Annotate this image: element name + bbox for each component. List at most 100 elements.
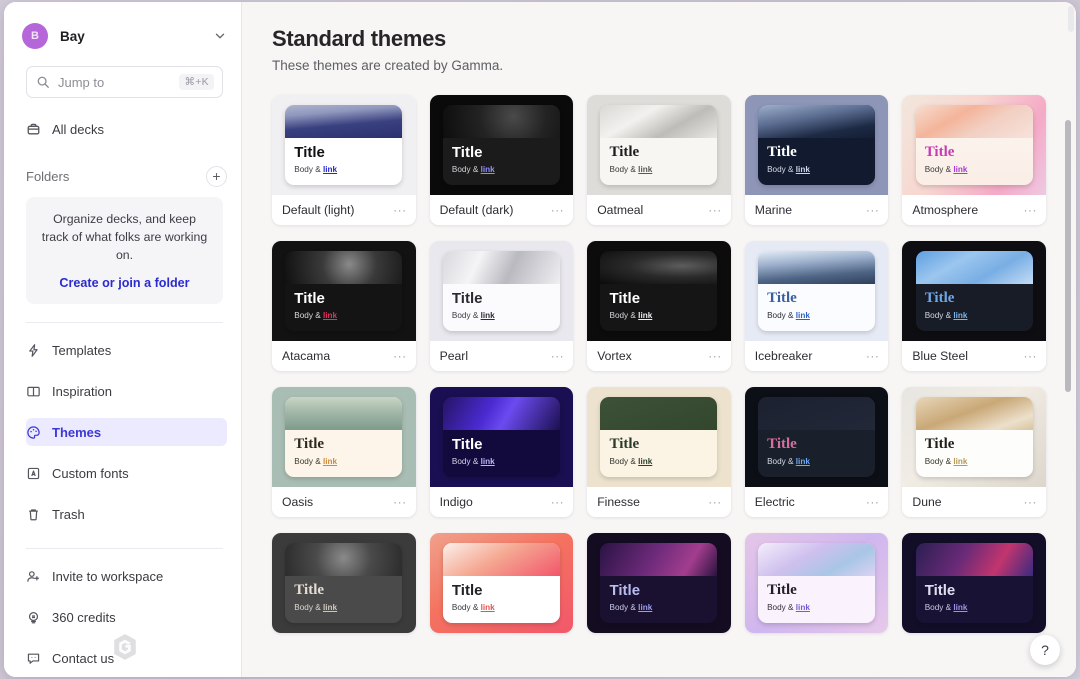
theme-preview: Title Body & link [587, 533, 731, 633]
theme-slide: Title Body & link [600, 105, 718, 185]
theme-sample-body: Body & link [294, 456, 338, 466]
theme-sample-link: link [953, 602, 968, 612]
theme-card[interactable]: Title Body & link [587, 533, 731, 633]
theme-name: Atmosphere [912, 203, 979, 217]
theme-label-row: Pearl ··· [429, 341, 574, 371]
sidebar-item-label: Invite to workspace [52, 568, 164, 584]
theme-more-options-button[interactable]: ··· [393, 349, 407, 363]
theme-card[interactable]: Title Body & link Atmosphere ··· [902, 95, 1046, 225]
theme-sample-body: Body & link [924, 602, 968, 612]
theme-more-options-button[interactable]: ··· [1024, 349, 1038, 363]
theme-card[interactable]: Title Body & link [429, 533, 574, 633]
theme-preview: Title Body & link [744, 533, 889, 633]
theme-more-options-button[interactable]: ··· [551, 495, 565, 509]
theme-more-options-button[interactable]: ··· [551, 203, 565, 217]
theme-more-options-button[interactable]: ··· [393, 495, 407, 509]
help-button[interactable]: ? [1030, 635, 1060, 665]
search-input[interactable]: Jump to ⌘+K [26, 66, 223, 98]
theme-more-options-button[interactable]: ··· [708, 495, 722, 509]
theme-slide-body: Title Body & link [285, 430, 402, 477]
theme-slide-body: Title Body & link [285, 138, 402, 185]
theme-card[interactable]: Title Body & link [744, 533, 889, 633]
theme-more-options-button[interactable]: ··· [1024, 203, 1038, 217]
sidebar-item-credits[interactable]: 360 credits [26, 603, 227, 631]
theme-preview: Title Body & link [272, 241, 416, 341]
theme-preview: Title Body & link [429, 387, 574, 487]
theme-card[interactable]: Title Body & link Electric ··· [744, 387, 889, 517]
theme-sample-link: link [638, 602, 653, 612]
theme-slide-image [285, 397, 403, 430]
window-scrollbar[interactable] [1068, 6, 1074, 32]
theme-more-options-button[interactable]: ··· [393, 203, 407, 217]
theme-card[interactable]: Title Body & link Oasis ··· [272, 387, 416, 517]
theme-sample-title: Title [451, 290, 483, 307]
theme-card[interactable]: Title Body & link Finesse ··· [587, 387, 731, 517]
theme-sample-body: Body & link [924, 164, 968, 174]
theme-sample-link: link [953, 310, 968, 320]
workspace-switcher[interactable]: B Bay [22, 20, 227, 52]
sidebar-item-invite-to-workspace[interactable]: Invite to workspace [26, 562, 227, 590]
main-content: Standard themes These themes are created… [242, 2, 1076, 677]
theme-sample-title: Title [767, 290, 797, 306]
theme-preview: Title Body & link [744, 95, 889, 195]
sidebar-item-all-decks[interactable]: All decks [26, 115, 227, 143]
theme-card[interactable]: Title Body & link Pearl ··· [429, 241, 574, 371]
theme-sample-title: Title [294, 582, 325, 598]
theme-card[interactable]: Title Body & link Dune ··· [902, 387, 1046, 517]
theme-slide-body: Title Body & link [443, 576, 560, 623]
sidebar-item-custom-fonts[interactable]: Custom fonts [26, 459, 227, 487]
theme-preview: Title Body & link [429, 241, 574, 341]
theme-sample-title: Title [924, 290, 955, 306]
theme-card[interactable]: Title Body & link Default (light) ··· [272, 95, 416, 225]
sidebar-item-themes[interactable]: Themes [26, 418, 227, 447]
sidebar-item-templates[interactable]: Templates [26, 336, 227, 364]
plus-icon[interactable]: + [206, 165, 227, 187]
theme-slide: Title Body & link [600, 251, 718, 331]
theme-card[interactable]: Title Body & link Blue Steel ··· [902, 241, 1046, 371]
theme-slide-image [758, 251, 876, 284]
theme-slide-body: Title Body & link [758, 430, 875, 477]
theme-card[interactable]: Title Body & link Indigo ··· [429, 387, 574, 517]
theme-more-options-button[interactable]: ··· [1024, 495, 1038, 509]
theme-more-options-button[interactable]: ··· [866, 495, 880, 509]
theme-card[interactable]: Title Body & link Default (dark) ··· [429, 95, 574, 225]
page-subtitle: These themes are created by Gamma. [272, 58, 504, 73]
theme-sample-body: Body & link [609, 456, 653, 466]
font-icon [27, 467, 40, 480]
theme-sample-link: link [638, 310, 653, 320]
theme-more-options-button[interactable]: ··· [551, 349, 565, 363]
sidebar: B Bay Jump to ⌘+K All decks Folders + Or… [4, 2, 242, 677]
theme-card[interactable]: Title Body & link Vortex ··· [587, 241, 731, 371]
theme-sample-link: link [795, 164, 810, 174]
sidebar-item-inspiration[interactable]: Inspiration [26, 377, 227, 405]
theme-preview: Title Body & link [902, 241, 1046, 341]
theme-more-options-button[interactable]: ··· [866, 349, 880, 363]
theme-more-options-button[interactable]: ··· [708, 349, 722, 363]
theme-card[interactable]: Title Body & link Icebreaker ··· [744, 241, 889, 371]
theme-sample-body: Body & link [294, 164, 338, 174]
theme-label-row: Marine ··· [744, 195, 889, 225]
theme-sample-body: Body & link [767, 164, 810, 174]
theme-slide-body: Title Body & link [285, 284, 402, 331]
theme-slide-body: Title Body & link [916, 138, 1033, 185]
theme-more-options-button[interactable]: ··· [708, 203, 722, 217]
sidebar-item-label: Contact us [52, 650, 115, 666]
sidebar-item-trash[interactable]: Trash [26, 500, 227, 528]
theme-sample-body: Body & link [767, 602, 810, 612]
folders-section-header: Folders + [26, 165, 227, 187]
main-scrollbar[interactable] [1065, 120, 1071, 392]
theme-card[interactable]: Title Body & link Oatmeal ··· [587, 95, 731, 225]
theme-label-row: Vortex ··· [587, 341, 731, 371]
theme-sample-link: link [480, 164, 495, 174]
create-or-join-folder-link[interactable]: Create or join a folder [40, 276, 209, 290]
theme-card[interactable]: Title Body & link Atacama ··· [272, 241, 416, 371]
themes-grid: Title Body & link Default (light) ··· Title B… [272, 95, 1046, 633]
theme-card[interactable]: Title Body & link Marine ··· [744, 95, 889, 225]
theme-name: Vortex [597, 349, 632, 363]
theme-sample-title: Title [609, 144, 640, 160]
theme-sample-link: link [480, 602, 495, 612]
theme-more-options-button[interactable]: ··· [866, 203, 880, 217]
page-title: Standard themes [272, 26, 446, 51]
theme-card[interactable]: Title Body & link [902, 533, 1046, 633]
theme-card[interactable]: Title Body & link [272, 533, 416, 633]
